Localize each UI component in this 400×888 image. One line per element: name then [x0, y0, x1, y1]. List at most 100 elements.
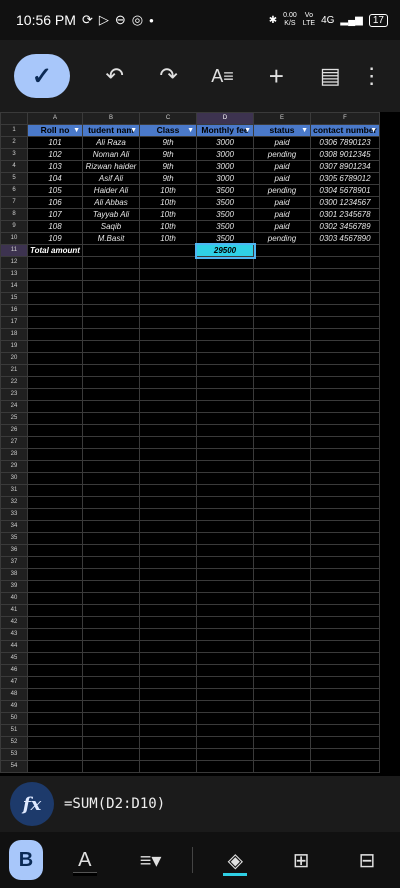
data-cell[interactable]: 104 [27, 172, 83, 185]
empty-cell[interactable] [139, 604, 197, 617]
row-header[interactable]: 42 [0, 616, 28, 629]
data-cell[interactable] [253, 244, 311, 257]
empty-cell[interactable] [196, 700, 254, 713]
empty-cell[interactable] [196, 484, 254, 497]
empty-cell[interactable] [253, 412, 311, 425]
empty-cell[interactable] [27, 520, 83, 533]
empty-cell[interactable] [139, 508, 197, 521]
empty-cell[interactable] [27, 748, 83, 761]
empty-cell[interactable] [139, 256, 197, 269]
empty-cell[interactable] [27, 388, 83, 401]
empty-cell[interactable] [27, 280, 83, 293]
data-cell[interactable]: Noman Ali [82, 148, 140, 161]
empty-cell[interactable] [82, 616, 140, 629]
row-header[interactable]: 16 [0, 304, 28, 317]
row-header[interactable]: 53 [0, 748, 28, 761]
data-cell[interactable]: 10th [139, 220, 197, 233]
empty-cell[interactable] [27, 664, 83, 677]
empty-cell[interactable] [310, 508, 380, 521]
empty-cell[interactable] [82, 400, 140, 413]
empty-cell[interactable] [253, 268, 311, 281]
empty-cell[interactable] [196, 280, 254, 293]
row-header[interactable]: 17 [0, 316, 28, 329]
data-cell[interactable]: 3000 [196, 148, 254, 161]
empty-cell[interactable] [27, 592, 83, 605]
column-header-b[interactable]: B [82, 112, 140, 125]
empty-cell[interactable] [82, 580, 140, 593]
empty-cell[interactable] [139, 484, 197, 497]
empty-cell[interactable] [27, 652, 83, 665]
empty-cell[interactable] [139, 652, 197, 665]
empty-cell[interactable] [82, 280, 140, 293]
empty-cell[interactable] [196, 724, 254, 737]
row-header[interactable]: 44 [0, 640, 28, 653]
empty-cell[interactable] [82, 688, 140, 701]
data-cell[interactable]: paid [253, 220, 311, 233]
empty-cell[interactable] [139, 412, 197, 425]
empty-cell[interactable] [253, 712, 311, 725]
empty-cell[interactable] [196, 328, 254, 341]
row-header[interactable]: 29 [0, 460, 28, 473]
empty-cell[interactable] [310, 568, 380, 581]
empty-cell[interactable] [253, 640, 311, 653]
empty-cell[interactable] [82, 532, 140, 545]
row-header[interactable]: 23 [0, 388, 28, 401]
row-header[interactable]: 35 [0, 532, 28, 545]
data-cell[interactable] [310, 244, 380, 257]
empty-cell[interactable] [82, 760, 140, 773]
empty-cell[interactable] [310, 532, 380, 545]
empty-cell[interactable] [139, 736, 197, 749]
filter-icon[interactable]: ▼ [187, 126, 194, 136]
data-cell[interactable]: M.Basit [82, 232, 140, 245]
empty-cell[interactable] [82, 724, 140, 737]
empty-cell[interactable] [82, 484, 140, 497]
empty-cell[interactable] [27, 736, 83, 749]
empty-cell[interactable] [196, 568, 254, 581]
empty-cell[interactable] [82, 304, 140, 317]
empty-cell[interactable] [27, 484, 83, 497]
header-cell[interactable]: contact number ▼ [310, 124, 380, 137]
empty-cell[interactable] [139, 544, 197, 557]
empty-cell[interactable] [27, 352, 83, 365]
insert-row-button[interactable]: ⊞ [277, 840, 325, 880]
empty-cell[interactable] [310, 292, 380, 305]
column-header-d[interactable]: D [196, 112, 254, 125]
empty-cell[interactable] [310, 484, 380, 497]
row-header[interactable]: 27 [0, 436, 28, 449]
text-format-button[interactable]: A≡ [196, 54, 250, 98]
empty-cell[interactable] [82, 748, 140, 761]
empty-cell[interactable] [310, 712, 380, 725]
empty-cell[interactable] [196, 748, 254, 761]
row-header[interactable]: 21 [0, 364, 28, 377]
filter-icon[interactable]: ▼ [244, 126, 251, 136]
empty-cell[interactable] [310, 556, 380, 569]
empty-cell[interactable] [196, 616, 254, 629]
empty-cell[interactable] [139, 760, 197, 773]
empty-cell[interactable] [196, 496, 254, 509]
empty-cell[interactable] [253, 256, 311, 269]
select-all-corner[interactable] [0, 112, 28, 125]
empty-cell[interactable] [139, 532, 197, 545]
empty-cell[interactable] [139, 724, 197, 737]
empty-cell[interactable] [310, 748, 380, 761]
data-cell[interactable]: 106 [27, 196, 83, 209]
comment-button[interactable]: ▤ [303, 54, 357, 98]
empty-cell[interactable] [196, 520, 254, 533]
active-cell[interactable]: 29500 [194, 242, 256, 259]
data-cell[interactable]: 0303 4567890 [310, 232, 380, 245]
empty-cell[interactable] [82, 640, 140, 653]
empty-cell[interactable] [253, 568, 311, 581]
empty-cell[interactable] [310, 700, 380, 713]
empty-cell[interactable] [82, 700, 140, 713]
filter-icon[interactable]: ▼ [73, 126, 80, 136]
empty-cell[interactable] [82, 652, 140, 665]
empty-cell[interactable] [253, 448, 311, 461]
row-header[interactable]: 24 [0, 400, 28, 413]
empty-cell[interactable] [196, 376, 254, 389]
empty-cell[interactable] [27, 556, 83, 569]
row-header[interactable]: 28 [0, 448, 28, 461]
formula-input[interactable]: =SUM(D2:D10) [64, 796, 165, 812]
empty-cell[interactable] [196, 532, 254, 545]
empty-cell[interactable] [310, 412, 380, 425]
row-header[interactable]: 25 [0, 412, 28, 425]
